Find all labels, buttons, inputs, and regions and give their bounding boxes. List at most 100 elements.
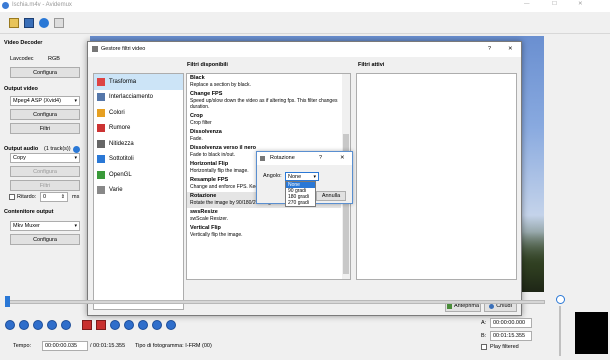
marker-b-input[interactable]: 00:01:15.355 (490, 331, 532, 341)
close-icon (489, 303, 495, 309)
container-configure-button[interactable]: Configura (10, 234, 80, 245)
filter-item[interactable]: swsResize swScale Resizer. (187, 208, 341, 224)
goto-end-icon[interactable] (138, 320, 148, 330)
delay-input[interactable]: 0 ⇕ (40, 192, 68, 202)
angle-select[interactable]: None ▾ (285, 172, 319, 181)
script-icon[interactable] (54, 18, 64, 28)
audio-mode-select[interactable]: Copy ▾ (10, 153, 80, 163)
next-frame-icon[interactable] (47, 320, 57, 330)
timeline-track[interactable] (5, 300, 545, 304)
rotation-dialog: Rotazione ? ✕ Angolo: None ▾ Annulla Non… (256, 151, 353, 207)
audio-filters-button[interactable]: Filtri (10, 180, 80, 191)
filter-item[interactable]: Black Replace a section by black. (187, 74, 341, 90)
video-filters-button[interactable]: Filtri (10, 123, 80, 134)
preview-icon (446, 303, 452, 309)
video-codec-select[interactable]: Mpeg4 ASP (Xvid4) ▾ (10, 96, 80, 106)
filter-description: Replace a section by black. (190, 82, 251, 88)
filter-description: Speed up/slow down the video as if alter… (190, 98, 338, 110)
delay-value: 0 (43, 194, 47, 200)
next-keyframe-icon[interactable] (110, 320, 120, 330)
timeline-handle[interactable] (5, 296, 10, 307)
category-item[interactable]: Sottotitoli (94, 152, 183, 168)
filter-name: Dissolvenza (190, 129, 222, 135)
filter-name: Change FPS (190, 91, 223, 97)
category-item[interactable]: Interlacciamento (94, 90, 183, 106)
decoder-codec-label: Lavcodec (10, 56, 34, 62)
container-select[interactable]: Mkv Muxer ▾ (10, 221, 80, 231)
chevron-down-icon: ▾ (74, 98, 77, 104)
category-item[interactable]: Rumore (94, 121, 183, 137)
rotation-app-icon (260, 156, 265, 161)
volume-slider[interactable] (559, 306, 561, 356)
set-marker-b-icon[interactable] (96, 320, 106, 330)
filter-item[interactable]: Change FPS Speed up/slow down the video a… (187, 90, 341, 112)
colors-icon (97, 108, 105, 117)
decoder-configure-button[interactable]: Configura (10, 67, 80, 78)
chevron-down-icon: ▾ (313, 174, 316, 180)
minimize-button[interactable]: — (524, 1, 530, 7)
video-codec-value: Mpeg4 ASP (Xvid4) (13, 98, 61, 104)
decoder-codec-value: RGB (48, 56, 60, 62)
set-marker-a-icon[interactable] (82, 320, 92, 330)
rotation-close-button[interactable]: ✕ (340, 155, 345, 161)
interlace-icon (97, 93, 105, 102)
window-close-button[interactable]: ✕ (578, 1, 583, 7)
stop-icon[interactable] (19, 320, 29, 330)
previous-keyframe-icon[interactable] (61, 320, 71, 330)
filter-item[interactable]: Crop Crop filter (187, 112, 341, 128)
window-title: Ischia.m4v - Avidemux (12, 2, 72, 8)
delay-checkbox[interactable] (9, 194, 15, 200)
filter-item[interactable]: Vertical Flip Vertically flip the image. (187, 224, 341, 240)
rotation-titlebar: Rotazione ? ✕ (257, 152, 352, 165)
cancel-button[interactable]: Annulla (316, 191, 346, 201)
filter-name: swsResize (190, 209, 218, 215)
noise-icon (97, 124, 105, 133)
angle-option[interactable]: 270 gradi (286, 200, 315, 206)
previous-frame-icon[interactable] (33, 320, 43, 330)
category-label: OpenGL (109, 171, 132, 178)
category-item[interactable]: OpenGL (94, 167, 183, 183)
goto-start-icon[interactable] (124, 320, 134, 330)
video-configure-button[interactable]: Configura (10, 109, 80, 120)
rewind-icon[interactable] (152, 320, 162, 330)
filter-name: Black (190, 75, 205, 81)
audio-tracks-count: (1 track(s)) (44, 146, 71, 152)
rotation-help-button[interactable]: ? (319, 155, 322, 161)
info-icon[interactable] (39, 18, 49, 28)
save-icon[interactable] (24, 18, 34, 28)
filter-manager-help-button[interactable]: ? (488, 46, 491, 52)
filter-name: Crop (190, 113, 203, 119)
time-input[interactable]: 00:00:00.035 (42, 341, 88, 351)
forward-icon[interactable] (166, 320, 176, 330)
marker-b-label: B: (481, 333, 487, 339)
time-label: Tempo: (13, 343, 32, 349)
filter-manager-icon (92, 46, 98, 52)
open-icon[interactable] (9, 18, 19, 28)
maximize-button[interactable]: ☐ (552, 1, 557, 7)
misc-icon (97, 186, 105, 195)
chevron-down-icon: ▾ (74, 155, 77, 161)
category-item[interactable]: Trasforma (94, 74, 183, 90)
filter-item[interactable]: Dissolvenza Fade. (187, 128, 341, 144)
play-icon[interactable] (5, 320, 15, 330)
audio-configure-button[interactable]: Configura (10, 166, 80, 177)
category-label: Colori (109, 109, 125, 116)
marker-a-value: 00:00:00.000 (493, 320, 526, 326)
filter-manager-close-button[interactable]: ✕ (508, 46, 513, 52)
time-value: 00:00:00.035 (45, 343, 78, 349)
category-item[interactable]: Nitidezza (94, 136, 183, 152)
delay-label: Ritardo: (17, 194, 37, 200)
delay-unit: ms (72, 194, 80, 200)
sharpness-icon (97, 139, 105, 148)
zoom-icon[interactable] (556, 295, 565, 304)
marker-a-input[interactable]: 00:00:00.000 (490, 318, 532, 328)
filter-manager-title: Gestore filtri video (101, 46, 146, 52)
category-item[interactable]: Varie (94, 183, 183, 199)
active-filter-list[interactable] (356, 73, 517, 280)
play-filtered-checkbox[interactable] (481, 344, 487, 350)
play-filtered-label: Play filtered (490, 344, 519, 350)
output-video-heading: Output video (4, 86, 38, 92)
audio-track-icon[interactable] (73, 146, 80, 153)
category-label: Trasforma (109, 78, 137, 85)
category-item[interactable]: Colori (94, 105, 183, 121)
